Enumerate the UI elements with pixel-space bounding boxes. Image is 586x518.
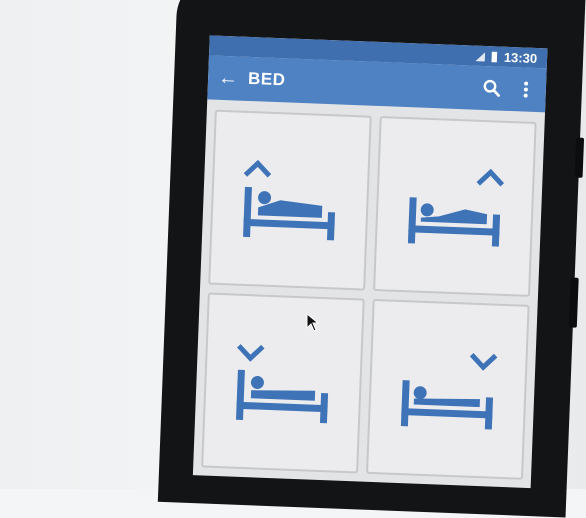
tile-head-down[interactable] bbox=[201, 292, 365, 474]
battery-icon: ▮ bbox=[490, 48, 499, 64]
search-icon[interactable] bbox=[482, 78, 503, 99]
side-button bbox=[574, 137, 585, 178]
mouse-pointer-icon bbox=[306, 313, 320, 332]
signal-icon: ◢ bbox=[476, 50, 485, 63]
bed-foot-up-icon bbox=[407, 168, 504, 247]
tile-head-up[interactable] bbox=[208, 109, 372, 291]
phone-body: ◢ ▮ 13:30 ← BED bbox=[157, 0, 586, 518]
clock: 13:30 bbox=[503, 49, 538, 66]
phone-screen: ◢ ▮ 13:30 ← BED bbox=[192, 35, 548, 489]
page-title: BED bbox=[247, 68, 286, 90]
tile-foot-down[interactable] bbox=[366, 298, 530, 480]
tile-foot-up[interactable] bbox=[373, 116, 537, 297]
bed-control-grid bbox=[201, 109, 537, 480]
bed-foot-down-icon bbox=[400, 352, 497, 430]
more-vert-icon[interactable] bbox=[516, 79, 537, 100]
bed-head-down-icon bbox=[235, 343, 328, 423]
arrow-back-icon[interactable]: ← bbox=[218, 66, 249, 90]
bed-head-up-icon bbox=[242, 159, 335, 240]
